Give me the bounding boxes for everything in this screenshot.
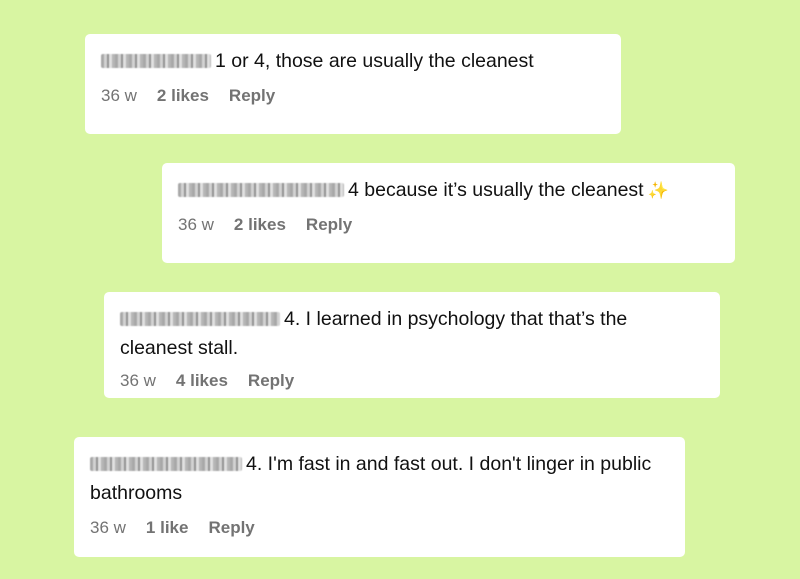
comment-body: 4. I learned in psychology that that’s t… — [120, 305, 690, 363]
reply-button[interactable]: Reply — [248, 371, 294, 391]
comment-meta: 36 w 2 likes Reply — [101, 86, 605, 106]
comment-card: 4 because it’s usually the cleanest ✨ 36 … — [162, 163, 735, 263]
comment-card: 4. I'm fast in and fast out. I don't lin… — [74, 437, 685, 557]
likes-count[interactable]: 1 like — [146, 518, 189, 538]
blurred-username[interactable] — [120, 312, 280, 326]
comment-meta: 36 w 2 likes Reply — [178, 215, 719, 235]
comment-card: 1 or 4, those are usually the cleanest 3… — [85, 34, 621, 134]
reply-button[interactable]: Reply — [306, 215, 352, 235]
comment-body: 1 or 4, those are usually the cleanest — [101, 47, 605, 76]
reply-button[interactable]: Reply — [208, 518, 254, 538]
comment-meta: 36 w 4 likes Reply — [120, 371, 704, 391]
comment-timestamp: 36 w — [120, 371, 156, 390]
comment-card: 4. I learned in psychology that that’s t… — [104, 292, 720, 398]
comment-body: 4. I'm fast in and fast out. I don't lin… — [90, 450, 665, 508]
comment-timestamp: 36 w — [90, 518, 126, 537]
comment-timestamp: 36 w — [178, 215, 214, 234]
blurred-username[interactable] — [178, 183, 344, 197]
blurred-username[interactable] — [90, 457, 242, 471]
sparkles-icon: ✨ — [647, 181, 669, 200]
blurred-username[interactable] — [101, 54, 211, 68]
comment-text: 1 or 4, those are usually the cleanest — [215, 50, 534, 72]
comment-timestamp: 36 w — [101, 86, 137, 105]
likes-count[interactable]: 2 likes — [234, 215, 286, 235]
comment-body: 4 because it’s usually the cleanest ✨ — [178, 176, 719, 205]
likes-count[interactable]: 4 likes — [176, 371, 228, 391]
comment-text: 4 because it’s usually the cleanest — [348, 179, 644, 201]
reply-button[interactable]: Reply — [229, 86, 275, 106]
comment-meta: 36 w 1 like Reply — [90, 518, 669, 538]
likes-count[interactable]: 2 likes — [157, 86, 209, 106]
